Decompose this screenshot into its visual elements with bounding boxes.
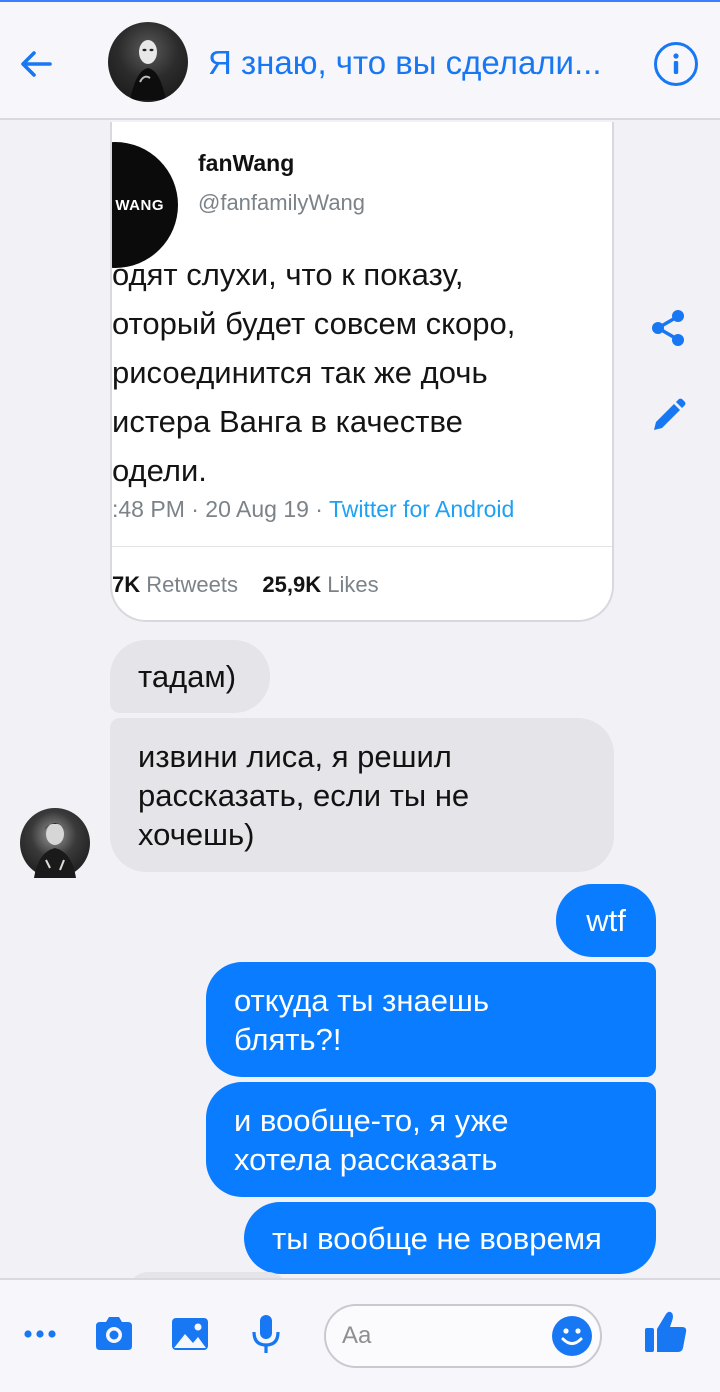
tweet-time: :48 PM · 20 Aug 19 · bbox=[112, 496, 329, 522]
chat-avatar[interactable] bbox=[108, 22, 188, 102]
shared-tweet-card[interactable]: M WANG fanWang @fanfamilyWang одят слухи… bbox=[110, 122, 614, 622]
image-icon[interactable] bbox=[168, 1312, 212, 1356]
tweet-source: Twitter for Android bbox=[328, 496, 515, 522]
outgoing-message-bubble[interactable]: ты вообще не вовремя bbox=[244, 1202, 656, 1274]
message-composer: Aa bbox=[0, 1278, 720, 1392]
outgoing-message-bubble[interactable]: и вообще-то, я уже хотела рассказать bbox=[206, 1082, 656, 1197]
camera-icon[interactable] bbox=[92, 1312, 136, 1356]
tweet-stats: 7K Retweets 25,9K Likes bbox=[112, 572, 379, 598]
message-input[interactable]: Aa bbox=[324, 1304, 602, 1368]
share-icon[interactable] bbox=[646, 306, 690, 350]
more-dots-icon[interactable] bbox=[18, 1312, 62, 1356]
thumbs-up-icon[interactable] bbox=[642, 1308, 690, 1356]
chat-title[interactable]: Я знаю, что вы сделали... bbox=[208, 44, 628, 88]
incoming-message-bubble[interactable]: извини лиса, я решил рассказать, если ты… bbox=[110, 718, 614, 872]
incoming-message-bubble[interactable]: тадам) bbox=[110, 640, 270, 713]
likes-count: 25,9K bbox=[262, 572, 322, 597]
likes-label: Likes bbox=[327, 572, 379, 597]
tweet-author-handle: @fanfamilyWang bbox=[198, 190, 366, 215]
outgoing-message-bubble[interactable]: wtf bbox=[556, 884, 656, 957]
retweets-count: 7K bbox=[112, 572, 141, 597]
chat-header: Я знаю, что вы сделали... bbox=[0, 0, 720, 120]
outgoing-message-bubble[interactable]: откуда ты знаешь блять?! bbox=[206, 962, 656, 1077]
retweets-label: Retweets bbox=[146, 572, 238, 597]
pencil-icon[interactable] bbox=[646, 394, 690, 438]
tweet-divider bbox=[112, 546, 612, 547]
tweet-text: одят слухи, что к показу, оторый будет с… bbox=[112, 257, 516, 488]
back-arrow-icon[interactable] bbox=[14, 42, 58, 86]
info-icon[interactable] bbox=[654, 42, 698, 86]
microphone-icon[interactable] bbox=[244, 1312, 288, 1356]
message-input-placeholder: Aa bbox=[342, 1322, 372, 1349]
tweet-meta: :48 PM · 20 Aug 19 · Twitter for Android bbox=[112, 496, 514, 523]
sender-avatar[interactable] bbox=[20, 808, 90, 878]
emoji-icon[interactable] bbox=[552, 1316, 592, 1356]
tweet-author-name: fanWang bbox=[198, 150, 295, 176]
